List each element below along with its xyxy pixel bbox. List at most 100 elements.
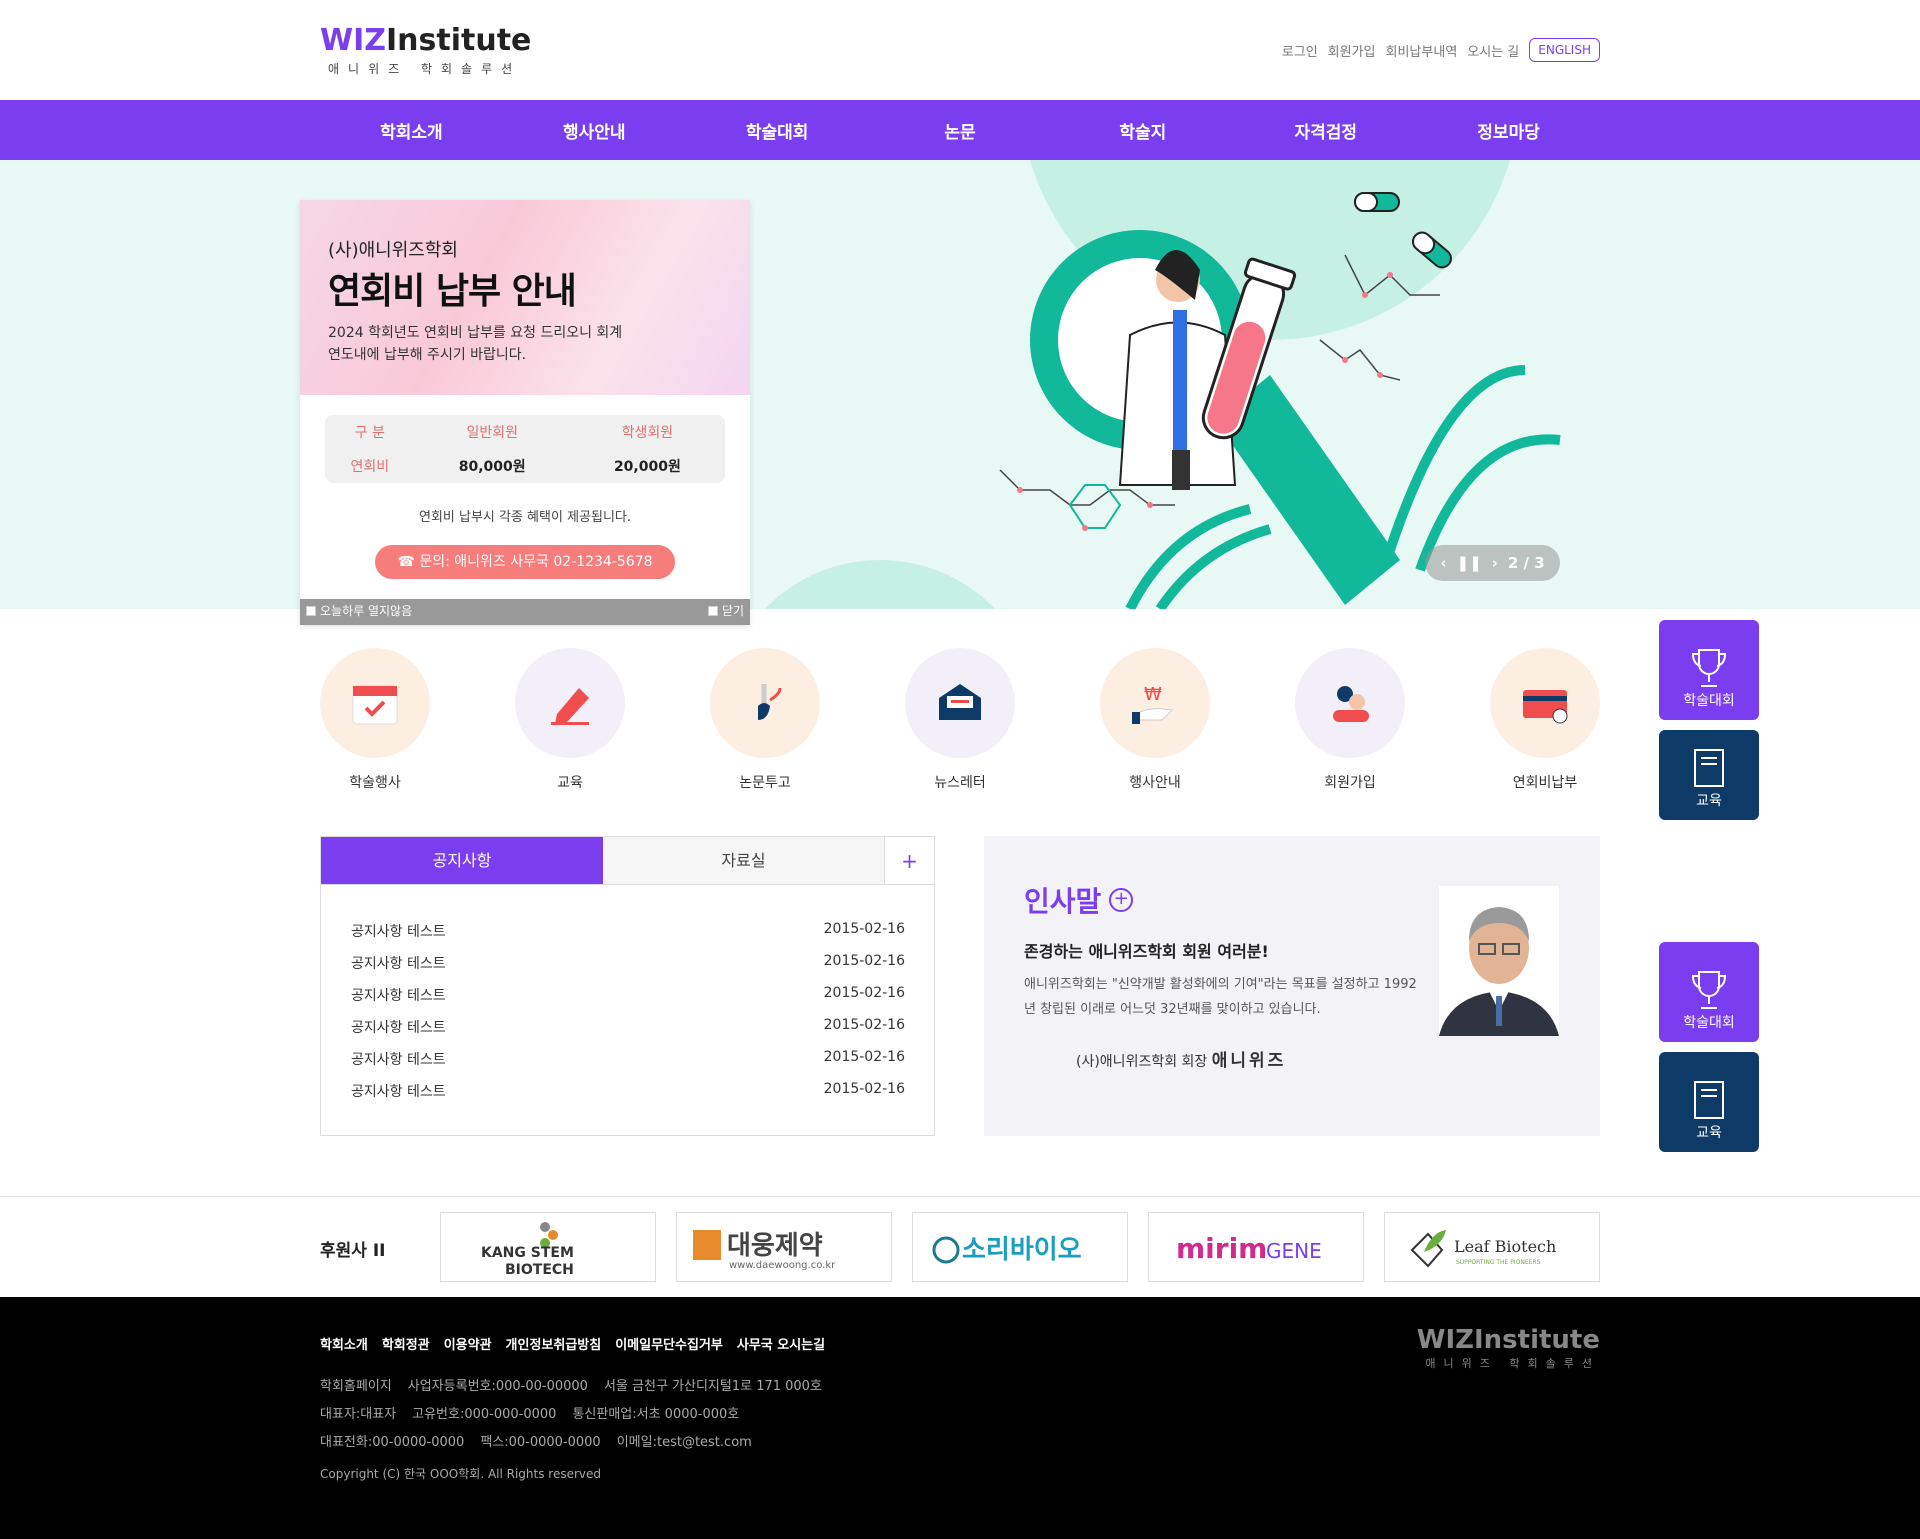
footer-link-email-policy[interactable]: 이메일무단수집거부 xyxy=(615,1334,723,1353)
footer-info: 학회홈페이지 사업자등록번호:000-00-00000 서울 금천구 가산디지털1로… xyxy=(320,1373,838,1457)
fee-table-cell: 80,000원 xyxy=(458,459,526,475)
nav-item-journal[interactable]: 학술지 xyxy=(1051,118,1234,143)
copyright: Copyright (C) 한국 OOO학회. All Rights reser… xyxy=(320,1467,602,1481)
close-popup-checkbox[interactable]: 닫기 xyxy=(707,602,744,619)
slide-current: 2 xyxy=(1507,554,1519,572)
quick-conference-label: 학술대회 xyxy=(1683,693,1735,709)
footer-info-item: 고유번호:000-000-0000 xyxy=(412,1407,557,1422)
hero-illustration xyxy=(764,160,1561,609)
join-link[interactable]: 회원가입 xyxy=(1328,41,1376,60)
main-nav: 학회소개 행사안내 학술대회 논문 학술지 자격검정 정보마당 xyxy=(0,100,1920,160)
svg-text:Leaf Biotech: Leaf Biotech xyxy=(1454,1237,1556,1256)
close-label: 닫기 xyxy=(721,604,744,618)
sponsor-daewoong[interactable]: 대웅제약 www.daewoong.co.kr xyxy=(676,1212,892,1282)
popup-footer-bar: 오늘하루 열지않음 닫기 xyxy=(300,599,750,625)
kangstem-logo: KANG STEMBIOTECH xyxy=(481,1222,574,1277)
pause-icon[interactable]: ❚❚ xyxy=(1457,554,1482,572)
shortcut-label: 회원가입 xyxy=(1324,775,1376,791)
footer-link-about[interactable]: 학회소개 xyxy=(320,1334,368,1353)
shortcut-label: 뉴스레터 xyxy=(934,775,986,791)
svg-text:SUPPORTING THE PIONEERS: SUPPORTING THE PIONEERS xyxy=(1456,1259,1541,1266)
sponsor-leafbiotech[interactable]: Leaf Biotech SUPPORTING THE PIONEERS xyxy=(1384,1212,1600,1282)
more-button[interactable]: + xyxy=(885,837,934,884)
logo-subtitle: 애니위즈 학회솔루션 xyxy=(328,62,522,76)
sponsor-soribio[interactable]: 소리바이오 xyxy=(912,1212,1128,1282)
notice-list: 공지사항 테스트 2015-02-16 공지사항 테스트 2015-02-16 공지… xyxy=(321,885,934,1113)
envelope-icon xyxy=(939,684,981,720)
quick-conference-button-2[interactable]: 학술대회 xyxy=(1659,942,1759,1042)
shortcut-paper-submit[interactable]: 논문투고 xyxy=(710,648,820,792)
quick-education-button[interactable]: 교육 xyxy=(1659,730,1759,820)
footer-info-item: 사업자등록번호:000-00-00000 xyxy=(407,1379,588,1394)
login-link[interactable]: 로그인 xyxy=(1282,41,1318,60)
checkbox-icon xyxy=(707,605,718,616)
notice-date: 2015-02-16 xyxy=(823,921,905,937)
trophy-icon xyxy=(1691,971,1727,1009)
notice-title: 공지사항 테스트 xyxy=(351,924,446,940)
list-item[interactable]: 공지사항 테스트 2015-02-16 xyxy=(351,1081,905,1113)
slide-counter: 2 / 3 xyxy=(1508,554,1545,572)
popup-note: 연회비 납부시 각종 혜택이 제공됩니다. xyxy=(418,510,632,525)
list-item[interactable]: 공지사항 테스트 2015-02-16 xyxy=(351,985,905,1017)
footer-link-privacy[interactable]: 개인정보취급방침 xyxy=(506,1334,602,1353)
footer-logo-text: WIZInstitute xyxy=(1416,1325,1600,1355)
greeting-title[interactable]: 인사말 + xyxy=(1024,880,1134,920)
greeting-title-text: 인사말 xyxy=(1024,885,1102,918)
english-button[interactable]: ENGLISH xyxy=(1529,38,1600,62)
hand-coin-icon: ₩ xyxy=(1132,684,1174,724)
svg-text:KANG STEM: KANG STEM xyxy=(481,1245,574,1261)
footer-link-terms[interactable]: 이용약관 xyxy=(444,1334,492,1353)
fee-notice-popup: (사)애니위즈학회 연회비 납부 안내 2024 학회년도 연회비 납부를 요청… xyxy=(300,200,750,625)
quick-conference-button[interactable]: 학술대회 xyxy=(1659,620,1759,720)
site-logo[interactable]: WIZInstitute 애니위즈 학회솔루션 xyxy=(320,24,531,77)
footer-info-item: 이메일:test@test.com xyxy=(616,1435,752,1450)
list-item[interactable]: 공지사항 테스트 2015-02-16 xyxy=(351,953,905,985)
hide-today-checkbox[interactable]: 오늘하루 열지않음 xyxy=(306,602,412,619)
next-icon[interactable]: › xyxy=(1492,554,1498,572)
shortcut-newsletter[interactable]: 뉴스레터 xyxy=(905,648,1015,792)
quick-education-label: 교육 xyxy=(1696,793,1722,809)
tab-archive[interactable]: 자료실 xyxy=(603,837,885,884)
footer-info-item: 대표전화:00-0000-0000 xyxy=(320,1435,465,1450)
tab-notice[interactable]: 공지사항 xyxy=(321,837,603,884)
nav-item-info[interactable]: 정보마당 xyxy=(1417,118,1600,143)
list-item[interactable]: 공지사항 테스트 2015-02-16 xyxy=(351,1017,905,1049)
notice-board: 공지사항 자료실 + 공지사항 테스트 2015-02-16 공지사항 테스트 20… xyxy=(320,836,935,1136)
nav-item-about[interactable]: 학회소개 xyxy=(320,118,503,143)
nav-item-conference[interactable]: 학술대회 xyxy=(686,118,869,143)
list-item[interactable]: 공지사항 테스트 2015-02-16 xyxy=(351,921,905,953)
members-icon xyxy=(1333,686,1369,722)
nav-item-events[interactable]: 행사안내 xyxy=(503,118,686,143)
sponsor-divider xyxy=(0,1196,1920,1197)
greeting-signature: (사)애니위즈학회 회장 애니위즈 xyxy=(1076,1046,1286,1071)
list-item[interactable]: 공지사항 테스트 2015-02-16 xyxy=(351,1049,905,1081)
quick-education-button-2[interactable]: 교육 xyxy=(1659,1052,1759,1152)
notice-title: 공지사항 테스트 xyxy=(351,1052,446,1068)
fee-history-link[interactable]: 회비납부내역 xyxy=(1386,41,1458,60)
footer-link-directions[interactable]: 사무국 오시는길 xyxy=(737,1334,825,1353)
fee-table-cell: 20,000원 xyxy=(613,459,681,475)
signature-name: 애니위즈 xyxy=(1211,1051,1287,1071)
soribio-logo: 소리바이오 xyxy=(932,1235,1082,1265)
nav-item-certification[interactable]: 자격검정 xyxy=(1234,118,1417,143)
shortcut-event-info[interactable]: ₩ 행사안내 xyxy=(1100,648,1210,792)
phone-icon: ☎ xyxy=(397,554,420,570)
sponsor-kangstem[interactable]: KANG STEM BIOTECH xyxy=(440,1212,656,1282)
directions-link[interactable]: 오시는 길 xyxy=(1467,41,1519,60)
shortcut-label: 교육 xyxy=(557,775,583,791)
shortcut-membership[interactable]: 회원가입 xyxy=(1295,648,1405,792)
sponsor-mirimgene[interactable]: mirim GENE xyxy=(1148,1212,1364,1282)
nav-item-paper[interactable]: 논문 xyxy=(869,118,1052,143)
shortcut-annual-fee[interactable]: 연회비납부 xyxy=(1490,648,1600,792)
prev-icon[interactable]: ‹ xyxy=(1440,554,1446,572)
footer-link-bylaws[interactable]: 학회정관 xyxy=(382,1334,430,1353)
svg-text:www.daewoong.co.kr: www.daewoong.co.kr xyxy=(729,1260,836,1271)
notice-date: 2015-02-16 xyxy=(823,1017,905,1033)
contact-button[interactable]: ☎ 문의: 애니위즈 사무국 02-1234-5678 xyxy=(375,545,675,579)
footer-logo: WIZInstitute 애니위즈 학회솔루션 xyxy=(1417,1325,1600,1371)
svg-text:mirim: mirim xyxy=(1176,1232,1267,1265)
shortcut-education[interactable]: 교육 xyxy=(515,648,625,792)
page: WIZInstitute 애니위즈 학회솔루션 로그인 회원가입 회비납부내역 … xyxy=(0,0,1920,1539)
shortcut-academic-event[interactable]: 학술행사 xyxy=(320,648,430,792)
slider-control: ‹ ❚❚ › 2 / 3 xyxy=(1425,545,1560,581)
